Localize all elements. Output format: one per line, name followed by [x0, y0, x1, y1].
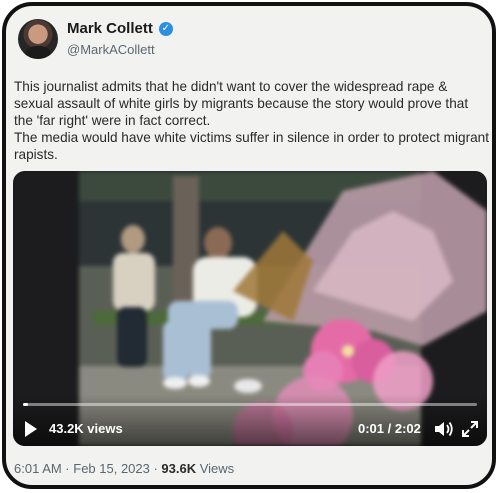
expand-icon[interactable]	[461, 420, 479, 438]
tweet-view-count: 93.6K	[161, 461, 197, 476]
tweet-text: This journalist admits that he didn't wa…	[14, 78, 490, 163]
author-row: Mark Collett ✓	[67, 20, 173, 37]
tweet-timestamp[interactable]: 6:01 AM · Feb 15, 2023 ·	[14, 461, 161, 476]
video-progress-bar[interactable]	[23, 403, 477, 406]
video-player[interactable]: 43.2K views 0:01 / 2:02	[13, 171, 487, 446]
tweet-text-line-1: This journalist admits that he didn't wa…	[14, 79, 469, 128]
video-time: 0:01 / 2:02	[358, 421, 421, 436]
video-controls	[13, 394, 487, 446]
tweet-views-label: Views	[196, 461, 235, 476]
video-views: 43.2K views	[49, 421, 123, 436]
play-icon[interactable]	[25, 421, 37, 437]
author-name[interactable]: Mark Collett	[67, 20, 153, 37]
tweet-text-line-2: The media would have white victims suffe…	[14, 130, 489, 162]
author-handle[interactable]: @MarkACollett	[67, 42, 155, 57]
verified-badge-icon: ✓	[158, 21, 173, 36]
tweet-card: Mark Collett ✓ @MarkACollett This journa…	[2, 2, 496, 489]
avatar[interactable]	[18, 19, 58, 59]
speaker-icon[interactable]	[433, 419, 455, 439]
tweet-meta: 6:01 AM · Feb 15, 2023 · 93.6K Views	[14, 461, 234, 476]
